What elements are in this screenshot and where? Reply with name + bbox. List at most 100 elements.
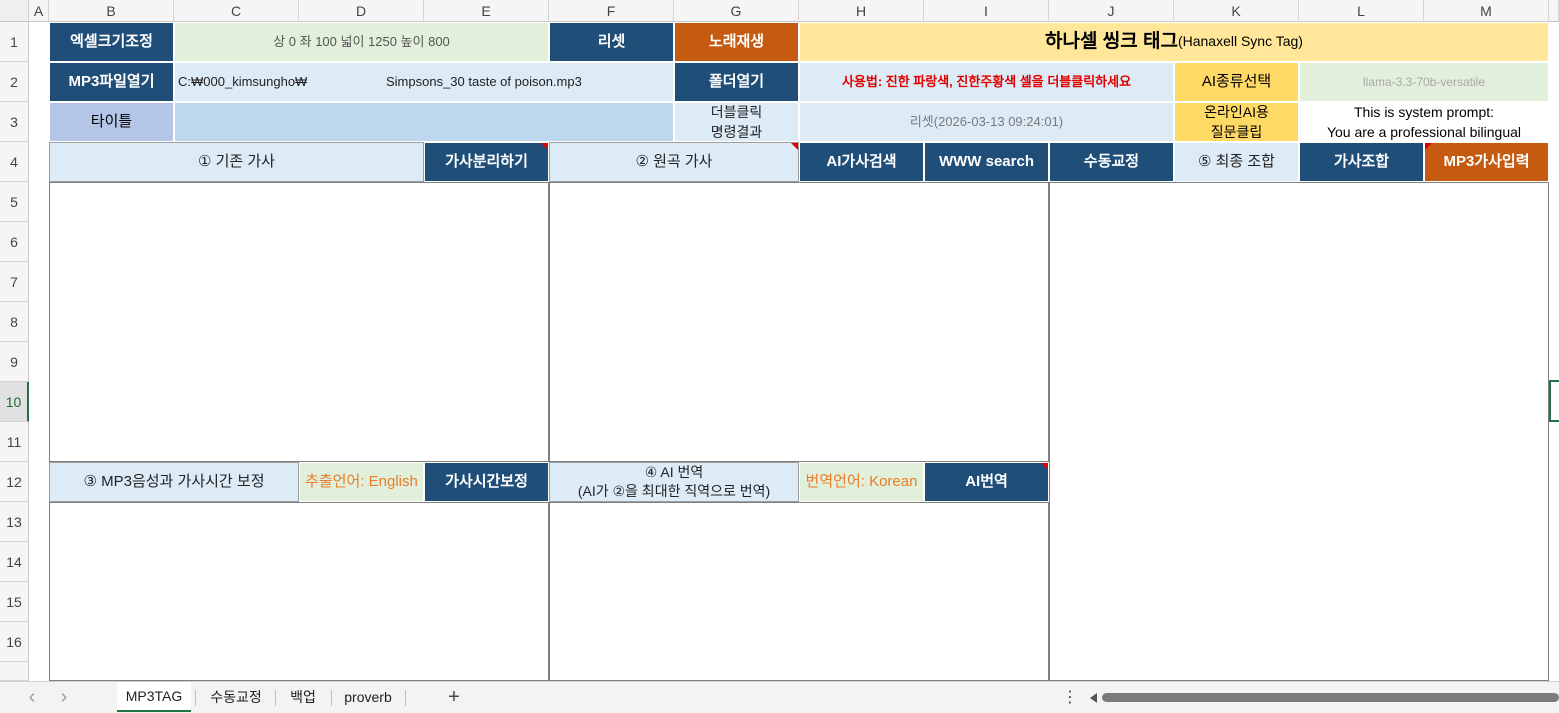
manual-edit-button[interactable]: 수동교정	[1049, 142, 1174, 182]
prev-sheet-icon[interactable]: ‹	[20, 682, 44, 712]
horizontal-scrollbar-thumb[interactable]	[1102, 693, 1559, 702]
reset-button[interactable]: 리셋	[549, 22, 674, 62]
time-sync-area[interactable]	[49, 502, 549, 681]
title-label: 타이틀	[49, 102, 174, 142]
ai-model-value[interactable]: llama-3.3-70b-versatile	[1299, 62, 1549, 102]
online-ai-line1: 온라인AI용	[1204, 104, 1269, 120]
tab-separator	[405, 690, 406, 706]
original-lyrics-header: ② 원곡 가사	[549, 142, 799, 182]
column-header-k[interactable]: K	[1174, 0, 1299, 22]
scroll-left-icon[interactable]	[1090, 693, 1097, 703]
row-header-12[interactable]: 12	[0, 462, 29, 502]
comment-indicator-icon	[1041, 463, 1048, 470]
row-header-6[interactable]: 6	[0, 222, 29, 262]
app-title: 하나셀 씽크 태그 (Hanaxell Sync Tag)	[799, 22, 1549, 62]
column-header-h[interactable]: H	[799, 0, 924, 22]
combine-lyrics-button[interactable]: 가사조합	[1299, 142, 1424, 182]
mp3-lyrics-input-label: MP3가사입력	[1443, 152, 1530, 170]
row-header-4[interactable]: 4	[0, 142, 29, 182]
comment-indicator-icon	[791, 143, 798, 150]
split-lyrics-button[interactable]: 가사분리하기	[424, 142, 549, 182]
ai-translate-line1: ④ AI 번역	[644, 464, 704, 480]
sheet-tab-backup[interactable]: 백업	[277, 682, 329, 712]
original-lyrics-label: ② 원곡 가사	[635, 152, 713, 170]
spreadsheet-window: A B C D E F G H I J K L M 1 2 3 4 5 6 7 …	[0, 0, 1559, 713]
sheet-tab-bar: ‹ › MP3TAG 수동교정 백업 proverb + ⋮	[0, 681, 1559, 713]
online-ai-line2: 질문클립	[1210, 124, 1263, 140]
translate-language[interactable]: 번역언어: Korean	[799, 462, 924, 502]
prompt-line1: This is system prompt:	[1353, 104, 1495, 120]
next-sheet-icon[interactable]: ›	[52, 682, 76, 712]
add-sheet-icon[interactable]: +	[440, 682, 468, 712]
column-header-m[interactable]: M	[1424, 0, 1549, 22]
sheet-tab-manual-edit[interactable]: 수동교정	[199, 682, 273, 712]
column-header-c[interactable]: C	[174, 0, 299, 22]
www-search-button[interactable]: WWW search	[924, 142, 1049, 182]
open-folder-button[interactable]: 폴더열기	[674, 62, 799, 102]
row-header-1[interactable]: 1	[0, 22, 29, 62]
ai-translate-header: ④ AI 번역 (AI가 ②을 최대한 직역으로 번역)	[549, 462, 799, 502]
play-song-button[interactable]: 노래재생	[674, 22, 799, 62]
row-header-13[interactable]: 13	[0, 502, 29, 542]
window-size-info[interactable]: 상 0 좌 100 넓이 1250 높이 800	[174, 22, 549, 62]
open-mp3-button[interactable]: MP3파일열기	[49, 62, 174, 102]
system-prompt-cell[interactable]: This is system prompt: You are a profess…	[1299, 102, 1549, 142]
app-title-sub: (Hanaxell Sync Tag)	[1177, 33, 1303, 50]
tab-separator	[275, 690, 276, 706]
prompt-line2: You are a professional bilingual	[1326, 124, 1522, 140]
ai-translate-line2: (AI가 ②을 최대한 직역으로 번역)	[577, 483, 771, 499]
ai-translate-button[interactable]: AI번역	[924, 462, 1049, 502]
file-name: Simpsons_30 taste of poison.mp3	[386, 73, 582, 89]
mp3-lyrics-input-button[interactable]: MP3가사입력	[1424, 142, 1549, 182]
row-header-2[interactable]: 2	[0, 62, 29, 102]
ai-lyrics-search-button[interactable]: AI가사검색	[799, 142, 924, 182]
row-header-15[interactable]: 15	[0, 582, 29, 622]
row-header-7[interactable]: 7	[0, 262, 29, 302]
online-ai-clip-button[interactable]: 온라인AI용 질문클립	[1174, 102, 1299, 142]
row-header-16[interactable]: 16	[0, 622, 29, 662]
lyrics-time-fix-button[interactable]: 가사시간보정	[424, 462, 549, 502]
final-combo-header: ⑤ 최종 조합	[1174, 142, 1299, 182]
comment-indicator-icon	[541, 143, 548, 150]
title-input[interactable]	[174, 102, 674, 142]
selected-cell-indicator	[1549, 380, 1559, 422]
row-header-17[interactable]	[0, 662, 29, 681]
sheet-tab-proverb[interactable]: proverb	[333, 682, 403, 712]
row-header-3[interactable]: 3	[0, 102, 29, 142]
more-options-icon[interactable]: ⋮	[1060, 682, 1080, 712]
column-header-b[interactable]: B	[49, 0, 174, 22]
column-header-j[interactable]: J	[1049, 0, 1174, 22]
ai-translate-area[interactable]	[549, 502, 1049, 681]
column-header-a[interactable]: A	[29, 0, 49, 22]
column-header-f[interactable]: F	[549, 0, 674, 22]
existing-lyrics-header: ① 기존 가사	[49, 142, 424, 182]
final-combo-area[interactable]	[1049, 182, 1549, 681]
row-header-11[interactable]: 11	[0, 422, 29, 462]
column-header-e[interactable]: E	[424, 0, 549, 22]
extract-language[interactable]: 추출언어: English	[299, 462, 424, 502]
row-header-5[interactable]: 5	[0, 182, 29, 222]
dblclick-label-line2: 명령결과	[710, 124, 763, 140]
folder-path: C:₩000_kimsungho₩	[178, 73, 308, 89]
mp3-file-path[interactable]: C:₩000_kimsungho₩ Simpsons_30 taste of p…	[174, 62, 674, 102]
row-header-10[interactable]: 10	[0, 382, 29, 422]
column-header-i[interactable]: I	[924, 0, 1049, 22]
column-header-l[interactable]: L	[1299, 0, 1424, 22]
tab-separator	[331, 690, 332, 706]
original-lyrics-area[interactable]	[549, 182, 1049, 462]
dblclick-label-line1: 더블클릭	[710, 104, 763, 120]
row-header-9[interactable]: 9	[0, 342, 29, 382]
sheet-tab-mp3tag[interactable]: MP3TAG	[117, 682, 191, 712]
ai-type-select-button[interactable]: AI종류선택	[1174, 62, 1299, 102]
usage-instructions: 사용법: 진한 파랑색, 진한주황색 셀을 더블클릭하세요	[799, 62, 1174, 102]
column-header-n[interactable]	[1549, 0, 1559, 22]
select-all-corner[interactable]	[0, 0, 29, 22]
existing-lyrics-area[interactable]	[49, 182, 549, 462]
row-header-8[interactable]: 8	[0, 302, 29, 342]
command-result-value: 리셋(2026-03-13 09:24:01)	[799, 102, 1174, 142]
column-header-d[interactable]: D	[299, 0, 424, 22]
row-header-14[interactable]: 14	[0, 542, 29, 582]
resize-excel-button[interactable]: 엑셀크기조정	[49, 22, 174, 62]
column-header-g[interactable]: G	[674, 0, 799, 22]
time-sync-header: ③ MP3음성과 가사시간 보정	[49, 462, 299, 502]
